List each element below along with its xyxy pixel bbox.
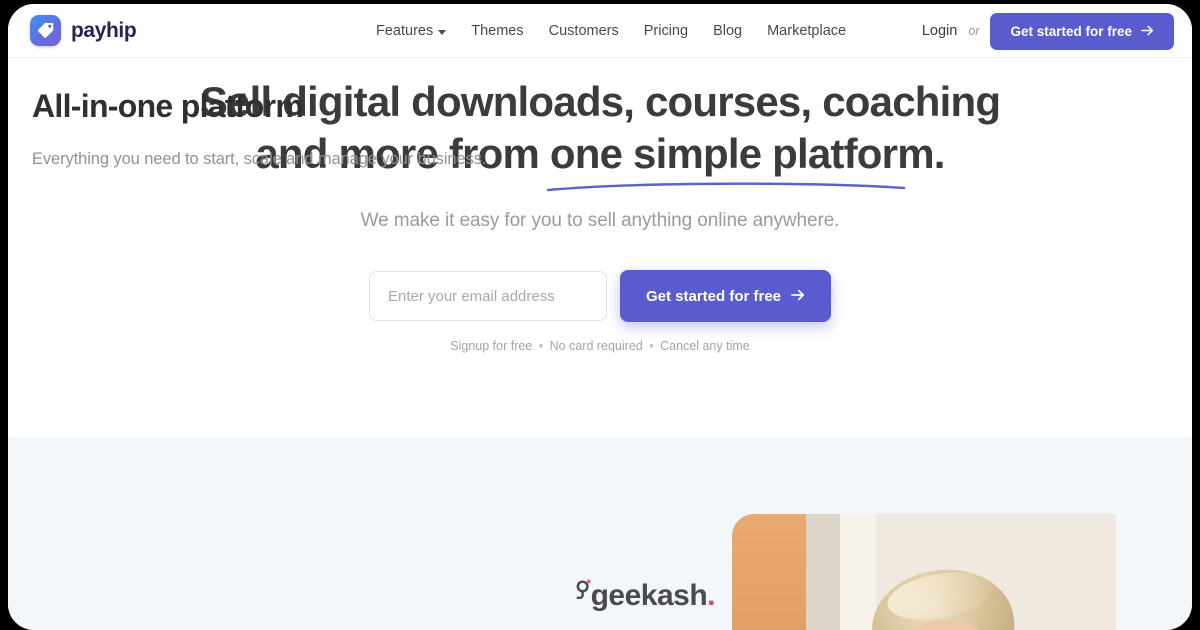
hero-subtitle: We make it easy for you to sell anything…: [360, 210, 840, 231]
nav-get-started-label: Get started for free: [1010, 23, 1132, 39]
arrow-right-icon: [1141, 24, 1154, 39]
login-link[interactable]: Login: [922, 23, 957, 39]
nav-get-started-button[interactable]: Get started for free: [990, 12, 1174, 50]
watermark-text: geekash: [590, 579, 708, 612]
signup-note-3: Cancel any time: [660, 339, 750, 353]
hero-get-started-label: Get started for free: [645, 287, 782, 305]
signup-note-1: Signup for free: [450, 339, 533, 353]
nav-item-features-label: Features: [376, 23, 434, 39]
underline-swoosh-icon: [546, 182, 906, 192]
hero-title-highlight: one simple platform: [549, 130, 935, 177]
nav-item-customers[interactable]: Customers: [549, 23, 619, 39]
geekash-wordmark: geekash.: [590, 579, 716, 612]
top-navbar: payhip Features Themes Customers Pricing…: [8, 4, 1192, 58]
email-input[interactable]: [368, 271, 607, 321]
page-content: payhip Features Themes Customers Pricing…: [8, 4, 1192, 630]
hero-title-line-2-suffix: .: [933, 130, 946, 177]
nav-item-features[interactable]: Features: [376, 23, 447, 39]
hero-title-highlight-wrap: one simple platform: [546, 128, 935, 192]
watermark-dot: .: [707, 579, 715, 612]
nav-links: Features Themes Customers Pricing Blog M…: [376, 4, 846, 58]
signup-note-2: No card required: [549, 339, 643, 353]
or-label: or: [968, 24, 980, 38]
browser-frame: payhip Features Themes Customers Pricing…: [0, 0, 1200, 630]
signup-note: Signup for free • No card required • Can…: [8, 339, 1192, 353]
nav-item-themes[interactable]: Themes: [471, 23, 523, 39]
note-separator: •: [649, 339, 654, 353]
nav-item-blog[interactable]: Blog: [713, 23, 742, 39]
brand-logo[interactable]: payhip: [30, 15, 137, 46]
price-tag-icon: [30, 15, 61, 46]
nav-item-pricing[interactable]: Pricing: [644, 23, 688, 39]
brand-name: payhip: [71, 18, 137, 42]
geekash-watermark: geekash.: [575, 566, 715, 611]
note-separator: •: [538, 339, 544, 353]
hero-get-started-button[interactable]: Get started for free: [619, 270, 832, 322]
nav-actions: Login or Get started for free: [922, 4, 1174, 58]
section-heading: All-in-one platform: [32, 88, 304, 124]
hero-title-line-1: Sell digital downloads, courses, coachin…: [199, 78, 1001, 125]
arrow-right-icon: [791, 288, 805, 305]
photo-wall-mid: [840, 514, 876, 630]
nav-item-marketplace[interactable]: Marketplace: [767, 23, 846, 39]
photo-wall-left: [806, 514, 840, 630]
photo-orange-panel: [732, 514, 806, 630]
chevron-down-icon: [438, 29, 447, 35]
signup-form: Get started for free: [8, 270, 1192, 322]
hero-photo: [732, 514, 1116, 630]
section-subheading: Everything you need to start, scale and …: [32, 150, 487, 168]
